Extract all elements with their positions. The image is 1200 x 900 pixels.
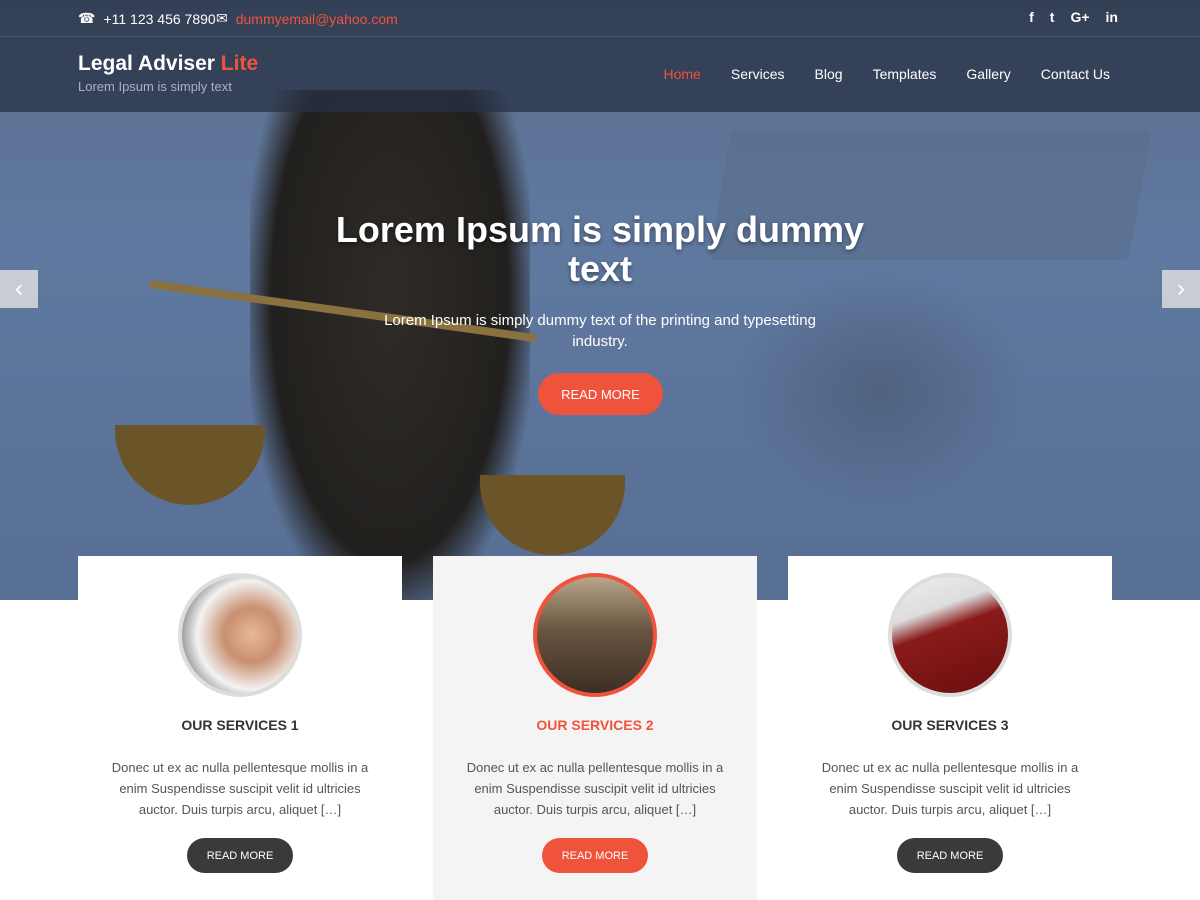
nav-gallery[interactable]: Gallery xyxy=(966,66,1010,82)
service-title[interactable]: OUR SERVICES 3 xyxy=(788,717,1112,733)
nav-services[interactable]: Services xyxy=(731,66,785,82)
facebook-icon[interactable]: f xyxy=(1029,9,1034,25)
hero-read-more-button[interactable]: READ MORE xyxy=(538,373,663,415)
service-read-more-button[interactable]: READ MORE xyxy=(897,838,1003,873)
twitter-icon[interactable]: t xyxy=(1050,9,1055,25)
brand-name: Legal Adviser xyxy=(78,52,215,75)
site-title[interactable]: Legal Adviser Lite xyxy=(78,52,258,76)
site-logo[interactable]: Legal Adviser Lite Lorem Ipsum is simply… xyxy=(78,52,258,94)
hero-image-gavel xyxy=(730,270,1030,510)
email-contact[interactable]: ✉ dummyemail@yahoo.com xyxy=(216,10,398,27)
hero-image-scale-pan xyxy=(115,425,265,505)
linkedin-icon[interactable]: in xyxy=(1106,9,1118,25)
service-card: OUR SERVICES 3 Donec ut ex ac nulla pell… xyxy=(788,556,1112,900)
site-tagline: Lorem Ipsum is simply text xyxy=(78,79,232,94)
nav-templates[interactable]: Templates xyxy=(873,66,937,82)
slider-prev-arrow-icon[interactable]: ‹ xyxy=(0,270,38,308)
service-read-more-button[interactable]: READ MORE xyxy=(542,838,648,873)
service-image xyxy=(178,573,302,697)
service-image xyxy=(533,573,657,697)
social-links: f t G+ in xyxy=(1029,9,1118,25)
service-card: OUR SERVICES 2 Donec ut ex ac nulla pell… xyxy=(433,556,757,900)
service-title[interactable]: OUR SERVICES 1 xyxy=(78,717,402,733)
google-plus-icon[interactable]: G+ xyxy=(1070,9,1089,25)
slider-next-arrow-icon[interactable]: › xyxy=(1162,270,1200,308)
service-image xyxy=(888,573,1012,697)
nav-blog[interactable]: Blog xyxy=(815,66,843,82)
service-excerpt: Donec ut ex ac nulla pellentesque mollis… xyxy=(821,760,1079,817)
hero-subtitle: Lorem Ipsum is simply dummy text of the … xyxy=(384,312,816,350)
main-nav: Home Services Blog Templates Gallery Con… xyxy=(664,66,1111,82)
service-title[interactable]: OUR SERVICES 2 xyxy=(433,717,757,733)
phone-contact: ☎ +11 123 456 7890 xyxy=(78,10,216,27)
phone-number: +11 123 456 7890 xyxy=(103,10,216,27)
service-card: OUR SERVICES 1 Donec ut ex ac nulla pell… xyxy=(78,556,402,900)
envelope-icon: ✉ xyxy=(216,10,228,26)
brand-accent: Lite xyxy=(220,52,259,75)
hero-title: Lorem Ipsum is simply dummy text xyxy=(335,209,865,289)
nav-contact-us[interactable]: Contact Us xyxy=(1041,66,1110,82)
service-excerpt: Donec ut ex ac nulla pellentesque mollis… xyxy=(111,760,369,817)
nav-home[interactable]: Home xyxy=(664,66,701,82)
service-excerpt: Donec ut ex ac nulla pellentesque mollis… xyxy=(466,760,724,817)
service-read-more-button[interactable]: READ MORE xyxy=(187,838,293,873)
email-link[interactable]: dummyemail@yahoo.com xyxy=(236,11,398,27)
top-bar: ☎ +11 123 456 7890 ✉ dummyemail@yahoo.co… xyxy=(0,0,1200,37)
phone-icon: ☎ xyxy=(78,10,96,26)
